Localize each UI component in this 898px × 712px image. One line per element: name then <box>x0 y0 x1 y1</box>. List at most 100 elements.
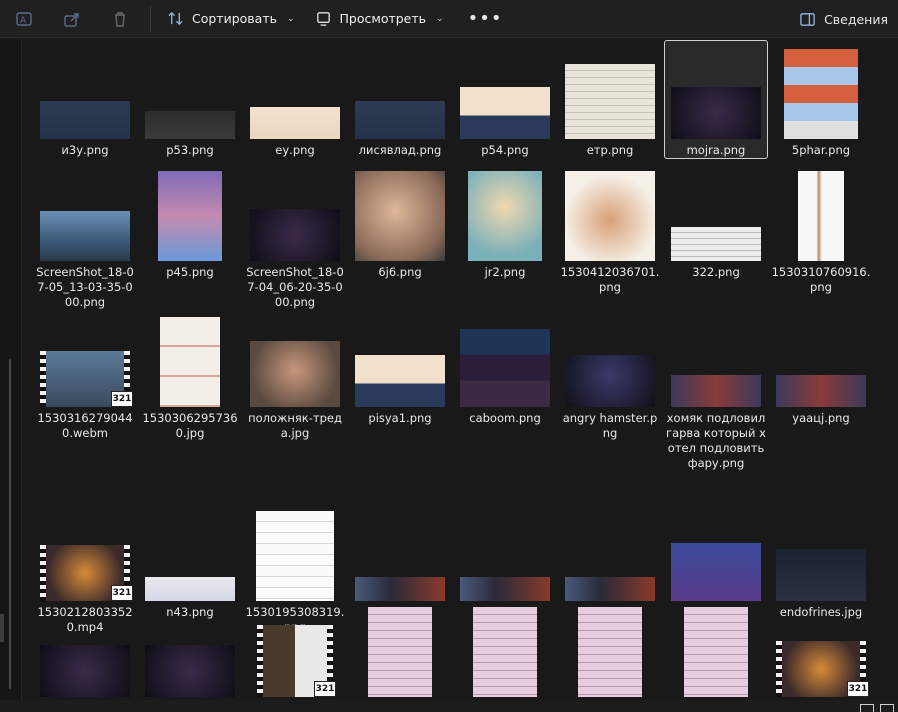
file-name: yaaцj.png <box>792 411 850 425</box>
file-item[interactable] <box>348 598 452 698</box>
rename-icon[interactable]: A <box>0 0 48 38</box>
file-name: 5phar.png <box>791 143 851 157</box>
file-item[interactable] <box>33 598 137 698</box>
file-item[interactable]: етр.png <box>558 40 662 159</box>
file-name: лисявлад.png <box>358 143 442 157</box>
file-name: 15303162790440.webm <box>37 411 133 440</box>
file-item[interactable]: caboom.png <box>453 308 557 427</box>
image-thumbnail <box>355 101 445 139</box>
file-item[interactable]: 6j6.png <box>348 162 452 281</box>
image-thumbnail <box>671 87 761 139</box>
file-name: mojra.png <box>686 143 746 157</box>
image-thumbnail <box>565 171 655 261</box>
image-thumbnail <box>40 101 130 139</box>
file-item[interactable]: 1530412036701.png <box>558 162 662 296</box>
file-name: ScreenShot_18-07-04_06-20-35-000.png <box>246 265 344 309</box>
details-view-icon[interactable] <box>860 704 874 712</box>
image-thumbnail <box>355 171 445 261</box>
image-thumbnail <box>684 607 748 697</box>
large-icons-view-icon[interactable] <box>880 704 894 712</box>
file-name: етр.png <box>586 143 634 157</box>
image-thumbnail <box>368 607 432 697</box>
file-name: и3у.png <box>61 143 109 157</box>
file-item[interactable]: angry hamster.png <box>558 308 662 442</box>
nav-scrollbar[interactable] <box>9 359 11 689</box>
file-name: p54.png <box>481 143 529 157</box>
view-button[interactable]: Просмотреть ⌄ <box>305 0 454 38</box>
image-thumbnail <box>145 645 235 697</box>
file-name: 1530310760916.png <box>771 265 871 294</box>
image-thumbnail <box>460 87 550 139</box>
file-item[interactable] <box>558 598 662 698</box>
file-item[interactable]: ScreenShot_18-07-04_06-20-35-000.png <box>243 162 347 311</box>
image-thumbnail <box>671 227 761 261</box>
file-item[interactable]: p45.png <box>138 162 242 281</box>
file-item[interactable]: 1530310760916.png <box>769 162 873 296</box>
image-thumbnail <box>40 645 130 697</box>
navigation-pane-edge <box>0 39 22 712</box>
media-player-icon: 321 <box>314 681 336 697</box>
details-label: Сведения <box>824 11 888 27</box>
view-icon <box>316 12 330 26</box>
file-name: 1530412036701.png <box>560 265 660 294</box>
delete-icon[interactable] <box>96 0 144 38</box>
file-item[interactable]: хомяк подловил гарва который хотел подло… <box>664 308 768 472</box>
file-item[interactable]: pisya1.png <box>348 308 452 427</box>
file-item[interactable]: yaaцj.png <box>769 308 873 427</box>
image-thumbnail <box>776 549 866 601</box>
image-thumbnail <box>40 211 130 261</box>
file-item[interactable]: лисявлад.png <box>348 40 452 159</box>
file-name: caboom.png <box>469 411 541 425</box>
file-item[interactable]: mojra.png <box>664 40 768 159</box>
file-item[interactable]: p53.png <box>138 40 242 159</box>
file-item[interactable]: ScreenShot_18-07-05_13-03-35-000.png <box>33 162 137 311</box>
status-bar <box>0 700 898 712</box>
sort-label: Сортировать <box>192 11 277 26</box>
file-name: p45.png <box>166 265 214 279</box>
file-name: ScreenShot_18-07-05_13-03-35-000.png <box>36 265 134 309</box>
details-pane-button[interactable]: Сведения <box>799 0 888 38</box>
svg-text:A: A <box>20 16 27 26</box>
media-player-icon: 321 <box>111 391 133 407</box>
sort-button[interactable]: Сортировать ⌄ <box>157 0 305 38</box>
image-thumbnail <box>798 171 844 261</box>
sort-icon <box>168 11 183 26</box>
file-item[interactable]: p54.png <box>453 40 557 159</box>
image-thumbnail <box>473 607 537 697</box>
file-name: положняк-треда.jpg <box>248 411 342 440</box>
file-item[interactable]: jr2.png <box>453 162 557 281</box>
more-options-button[interactable]: ••• <box>454 0 517 38</box>
image-thumbnail <box>460 329 550 407</box>
file-name: pisya1.png <box>368 411 432 425</box>
image-thumbnail <box>784 49 858 139</box>
media-player-icon: 321 <box>847 681 869 697</box>
file-grid: и3у.png p53.png еу.png лисявлад.png p54.png е… <box>24 40 898 712</box>
file-item[interactable] <box>138 598 242 698</box>
image-thumbnail <box>578 607 642 697</box>
file-item[interactable]: 321 <box>243 598 347 698</box>
share-icon[interactable] <box>48 0 96 38</box>
image-thumbnail <box>468 171 542 261</box>
view-label: Просмотреть <box>339 11 427 26</box>
file-item[interactable]: 5phar.png <box>769 40 873 159</box>
image-thumbnail <box>250 107 340 139</box>
file-item[interactable]: еу.png <box>243 40 347 159</box>
file-name: 322.png <box>692 265 740 279</box>
file-item[interactable]: 15303062957360.jpg <box>138 308 242 442</box>
image-thumbnail <box>256 511 334 601</box>
file-item[interactable] <box>664 598 768 698</box>
image-thumbnail <box>158 171 222 261</box>
image-thumbnail <box>250 341 340 407</box>
file-item[interactable] <box>453 598 557 698</box>
file-item[interactable]: 321 15303162790440.webm <box>33 308 137 442</box>
file-item[interactable]: положняк-треда.jpg <box>243 308 347 442</box>
file-item[interactable]: 321 <box>769 598 873 698</box>
file-item[interactable]: и3у.png <box>33 40 137 159</box>
nav-scroll-handle[interactable] <box>0 614 4 642</box>
file-name: p53.png <box>166 143 214 157</box>
file-name: angry hamster.png <box>562 411 658 440</box>
file-item[interactable]: 322.png <box>664 162 768 281</box>
command-bar: A Сортировать ⌄ Просмотреть ⌄ ••• Сведен… <box>0 0 898 38</box>
image-thumbnail <box>145 111 235 139</box>
chevron-down-icon: ⌄ <box>436 13 444 24</box>
